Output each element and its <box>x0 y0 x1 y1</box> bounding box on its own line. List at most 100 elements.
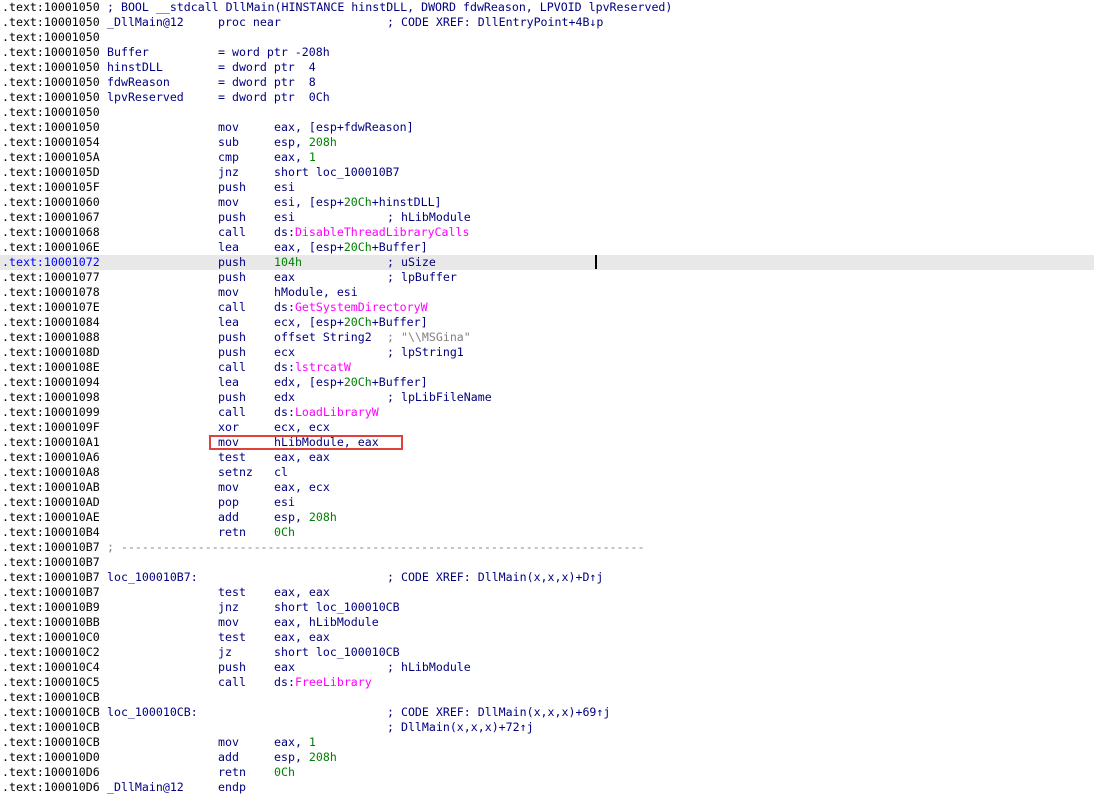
listing-line[interactable]: .text:10001050 ; BOOL __stdcall DllMain(H… <box>0 0 1094 15</box>
instruction-mnemonic[interactable]: mov <box>218 735 239 750</box>
instruction-mnemonic[interactable]: mov <box>218 480 239 495</box>
listing-line[interactable]: .text:100010B4 retn 0Ch <box>0 525 1094 540</box>
line-address[interactable]: .text:100010C4 <box>2 660 100 675</box>
line-address[interactable]: .text:100010B9 <box>2 600 100 615</box>
listing-line[interactable]: .text:100010B7 test eax, eax <box>0 585 1094 600</box>
line-label[interactable]: hinstDLL <box>107 60 163 75</box>
line-address[interactable]: .text:100010CB <box>2 705 100 720</box>
listing-line[interactable]: .text:1000108E call ds:lstrcatW <box>0 360 1094 375</box>
listing-line[interactable]: .text:100010D0 add esp, 208h <box>0 750 1094 765</box>
line-label[interactable]: lpvReserved <box>107 90 184 105</box>
line-address[interactable]: .text:1000105A <box>2 150 100 165</box>
line-address[interactable]: .text:100010D6 <box>2 780 100 795</box>
instruction-operands[interactable]: ecx, ecx <box>274 420 330 435</box>
operand-segment[interactable]: lstrcatW <box>295 360 351 374</box>
instruction-mnemonic[interactable]: push <box>218 660 246 675</box>
listing-line[interactable]: .text:10001088 push offset String2 ; "\\MSG… <box>0 330 1094 345</box>
instruction-mnemonic[interactable]: jnz <box>218 600 239 615</box>
listing-line[interactable]: .text:100010AB mov eax, ecx <box>0 480 1094 495</box>
listing-line[interactable]: .text:10001050 _DllMain@12 proc near ; CODE… <box>0 15 1094 30</box>
instruction-mnemonic[interactable]: call <box>218 675 246 690</box>
line-address[interactable]: .text:100010B7 <box>2 540 100 555</box>
line-address[interactable]: .text:1000108D <box>2 345 100 360</box>
line-address[interactable]: .text:10001050 <box>2 15 100 30</box>
line-address[interactable]: .text:100010CB <box>2 690 100 705</box>
instruction-mnemonic[interactable]: call <box>218 300 246 315</box>
instruction-mnemonic[interactable]: cmp <box>218 150 239 165</box>
line-address[interactable]: .text:10001099 <box>2 405 100 420</box>
instruction-mnemonic[interactable]: mov <box>218 195 239 210</box>
listing-line[interactable]: .text:100010B7 loc_100010B7: ; CODE XREF: … <box>0 570 1094 585</box>
line-address[interactable]: .text:10001072 <box>2 255 100 270</box>
instruction-operands[interactable]: short loc_100010CB <box>274 600 400 615</box>
listing-line[interactable]: .text:1000105A cmp eax, 1 <box>0 150 1094 165</box>
instruction-operands[interactable]: ds:GetSystemDirectoryW <box>274 300 428 315</box>
instruction-operands[interactable]: eax, eax <box>274 630 330 645</box>
line-address[interactable]: .text:10001050 <box>2 120 100 135</box>
line-address[interactable]: .text:100010D0 <box>2 750 100 765</box>
line-address[interactable]: .text:10001084 <box>2 315 100 330</box>
instruction-operands[interactable]: 0Ch <box>274 765 295 780</box>
line-label[interactable]: _DllMain@12 <box>107 780 184 795</box>
instruction-mnemonic[interactable]: test <box>218 585 246 600</box>
line-label[interactable]: _DllMain@12 <box>107 15 184 30</box>
instruction-operands[interactable]: edx, [esp+20Ch+Buffer] <box>274 375 428 390</box>
instruction-mnemonic[interactable]: pop <box>218 495 239 510</box>
instruction-mnemonic[interactable]: = dword ptr 8 <box>218 75 316 90</box>
instruction-operands[interactable]: eax, eax <box>274 585 330 600</box>
listing-line[interactable]: .text:10001050 hinstDLL = dword ptr 4 <box>0 60 1094 75</box>
line-address[interactable]: .text:10001050 <box>2 105 100 120</box>
instruction-operands[interactable]: eax, hLibModule <box>274 615 379 630</box>
listing-line[interactable]: .text:10001050 <box>0 105 1094 120</box>
instruction-mnemonic[interactable]: = dword ptr 0Ch <box>218 90 330 105</box>
line-address[interactable]: .text:100010D6 <box>2 765 100 780</box>
instruction-operands[interactable]: eax, 1 <box>274 735 316 750</box>
line-address[interactable]: .text:100010B7 <box>2 555 100 570</box>
line-address[interactable]: .text:10001050 <box>2 30 100 45</box>
listing-line-current[interactable]: .text:10001072 push 104h ; uSize <box>0 255 1094 270</box>
listing-line[interactable]: .text:100010CB <box>0 690 1094 705</box>
listing-line[interactable]: .text:10001094 lea edx, [esp+20Ch+Buffer] <box>0 375 1094 390</box>
listing-line[interactable]: .text:100010C0 test eax, eax <box>0 630 1094 645</box>
instruction-mnemonic[interactable]: push <box>218 345 246 360</box>
line-address[interactable]: .text:100010A1 <box>2 435 100 450</box>
instruction-operands[interactable]: esi <box>274 210 295 225</box>
listing-line[interactable]: .text:100010D6 _DllMain@12 endp <box>0 780 1094 795</box>
instruction-operands[interactable]: ecx <box>274 345 295 360</box>
line-address[interactable]: .text:10001067 <box>2 210 100 225</box>
line-address[interactable]: .text:10001050 <box>2 45 100 60</box>
instruction-mnemonic[interactable]: endp <box>218 780 246 795</box>
instruction-operands[interactable]: eax <box>274 270 295 285</box>
line-address[interactable]: .text:100010B7 <box>2 570 100 585</box>
listing-line[interactable]: .text:100010A6 test eax, eax <box>0 450 1094 465</box>
line-address[interactable]: .text:10001068 <box>2 225 100 240</box>
instruction-mnemonic[interactable]: xor <box>218 420 239 435</box>
line-label[interactable]: fdwReason <box>107 75 170 90</box>
instruction-mnemonic[interactable]: = word ptr -208h <box>218 45 330 60</box>
instruction-operands[interactable]: cl <box>274 465 288 480</box>
instruction-operands[interactable]: 0Ch <box>274 525 295 540</box>
listing-line[interactable]: .text:10001050 lpvReserved = dword ptr 0Ch <box>0 90 1094 105</box>
instruction-mnemonic[interactable]: call <box>218 360 246 375</box>
instruction-mnemonic[interactable]: jnz <box>218 165 239 180</box>
listing-line[interactable]: .text:1000106E lea eax, [esp+20Ch+Buffer] <box>0 240 1094 255</box>
listing-line[interactable]: .text:10001050 mov eax, [esp+fdwReason] <box>0 120 1094 135</box>
instruction-operands[interactable]: ds:DisableThreadLibraryCalls <box>274 225 469 240</box>
line-address[interactable]: .text:100010BB <box>2 615 100 630</box>
instruction-mnemonic[interactable]: mov <box>218 120 239 135</box>
instruction-operands[interactable]: eax, [esp+fdwReason] <box>274 120 414 135</box>
operand-segment[interactable]: DisableThreadLibraryCalls <box>295 225 470 239</box>
line-address[interactable]: .text:1000107E <box>2 300 100 315</box>
line-address[interactable]: .text:100010A8 <box>2 465 100 480</box>
instruction-operands[interactable]: esp, 208h <box>274 750 337 765</box>
instruction-operands[interactable]: esp, 208h <box>274 135 337 150</box>
listing-line[interactable]: .text:100010AD pop esi <box>0 495 1094 510</box>
listing-line[interactable]: .text:10001060 mov esi, [esp+20Ch+hinstDLL… <box>0 195 1094 210</box>
listing-line[interactable]: .text:100010A8 setnz cl <box>0 465 1094 480</box>
instruction-mnemonic[interactable]: lea <box>218 315 239 330</box>
instruction-mnemonic[interactable]: push <box>218 255 246 270</box>
instruction-mnemonic[interactable]: lea <box>218 240 239 255</box>
listing-line[interactable]: .text:100010B9 jnz short loc_100010CB <box>0 600 1094 615</box>
instruction-mnemonic[interactable]: retn <box>218 525 246 540</box>
instruction-mnemonic[interactable]: retn <box>218 765 246 780</box>
